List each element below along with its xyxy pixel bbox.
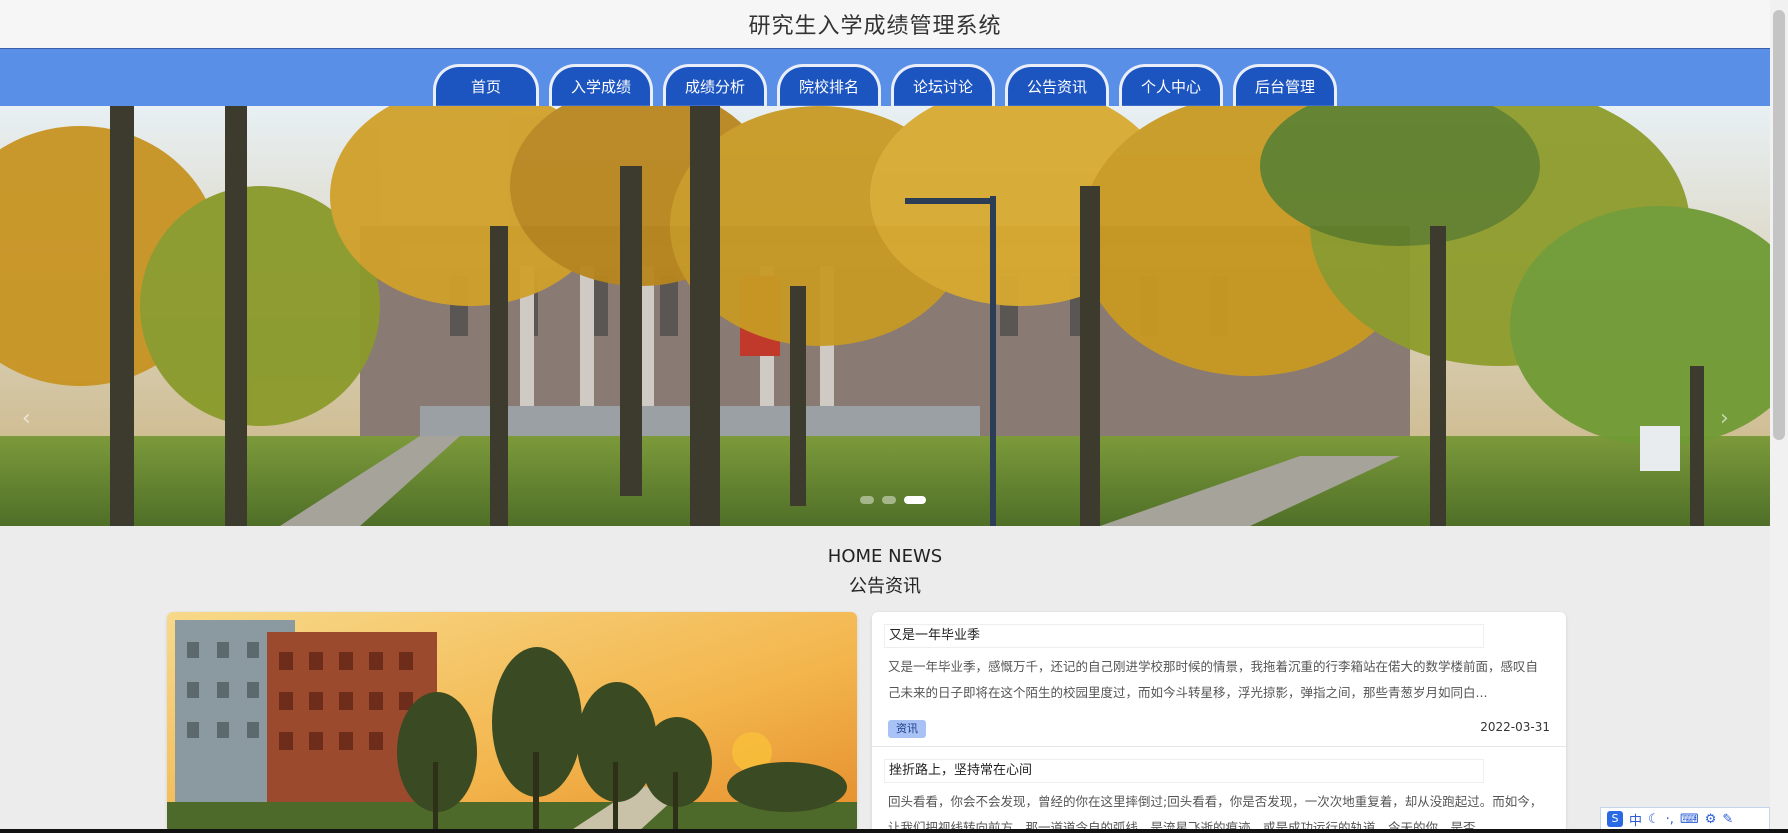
ime-toolbar[interactable]: S 中 ☾ ·, ⌨ ⚙ ✎: [1600, 807, 1770, 831]
news-item[interactable]: 挫折路上，坚持常在心间 回头看看，你会不会发现，曾经的你在这里摔倒过;回头看看，…: [872, 747, 1566, 833]
news-excerpt: 又是一年毕业季，感慨万千，还记的自己刚进学校那时候的情景，我拖着沉重的行李箱站在…: [888, 659, 1539, 700]
news-tag: 资讯: [888, 720, 926, 738]
news-title[interactable]: 又是一年毕业季: [884, 624, 1484, 648]
nav-home[interactable]: 首页: [433, 64, 539, 106]
nav-score-analysis-label: 成绩分析: [684, 78, 745, 96]
campus-banner-image: [0, 106, 1770, 526]
news-featured-image[interactable]: [167, 612, 857, 833]
news-excerpt: 回头看看，你会不会发现，曾经的你在这里摔倒过;回头看看，你是否发现，一次次地重复…: [888, 794, 1543, 833]
site-title: 研究生入学成绩管理系统: [748, 14, 1002, 39]
carousel-dot-1[interactable]: [860, 496, 874, 504]
nav-school-ranking[interactable]: 院校排名: [777, 64, 881, 106]
nav-admission-scores-label: 入学成绩: [570, 78, 631, 96]
nav-forum-label: 论坛讨论: [912, 78, 973, 96]
screen-bottom-edge: [0, 829, 1788, 833]
nav-announcements-label: 公告资讯: [1026, 78, 1087, 96]
carousel-next-icon[interactable]: ›: [1720, 406, 1729, 431]
carousel-dot-3-active[interactable]: [904, 496, 926, 504]
nav-admin-label: 后台管理: [1254, 78, 1315, 96]
nav-admission-scores[interactable]: 入学成绩: [549, 64, 653, 106]
nav-score-analysis[interactable]: 成绩分析: [663, 64, 767, 106]
news-heading-en: HOME NEWS: [827, 546, 943, 567]
punctuation-icon[interactable]: ·,: [1666, 812, 1674, 827]
campus-sunset-image: [167, 612, 857, 833]
banner-carousel[interactable]: ‹ ›: [0, 106, 1770, 526]
scrollbar-thumb[interactable]: [1773, 10, 1785, 440]
news-date: 2022-03-31: [1480, 720, 1550, 734]
site-header: 研究生入学成绩管理系统: [0, 0, 1770, 49]
keyboard-icon[interactable]: ⌨: [1680, 812, 1699, 827]
tools-icon[interactable]: ✎: [1722, 812, 1733, 827]
nav-school-ranking-label: 院校排名: [798, 78, 859, 96]
nav-forum[interactable]: 论坛讨论: [891, 64, 995, 106]
nav-admin[interactable]: 后台管理: [1233, 64, 1337, 106]
nav-personal-center[interactable]: 个人中心: [1119, 64, 1223, 106]
nav-home-label: 首页: [470, 78, 501, 96]
carousel-dot-2[interactable]: [882, 496, 896, 504]
ime-language-indicator[interactable]: 中: [1629, 810, 1642, 829]
nav-personal-center-label: 个人中心: [1140, 78, 1201, 96]
carousel-indicators: [860, 496, 926, 504]
moon-icon[interactable]: ☾: [1648, 812, 1660, 827]
news-list: 又是一年毕业季 又是一年毕业季，感慨万千，还记的自己刚进学校那时候的情景，我拖着…: [872, 612, 1566, 833]
settings-icon[interactable]: ⚙: [1705, 812, 1717, 827]
nav-announcements[interactable]: 公告资讯: [1005, 64, 1109, 106]
ime-logo-icon[interactable]: S: [1607, 811, 1623, 827]
news-item[interactable]: 又是一年毕业季 又是一年毕业季，感慨万千，还记的自己刚进学校那时候的情景，我拖着…: [872, 612, 1566, 746]
main-nav: 首页 入学成绩 成绩分析 院校排名 论坛讨论 公告资讯 个人中心 后台管理: [0, 49, 1770, 106]
news-title[interactable]: 挫折路上，坚持常在心间: [884, 759, 1484, 783]
news-heading-cn: 公告资讯: [849, 576, 921, 597]
carousel-prev-icon[interactable]: ‹: [22, 406, 31, 431]
